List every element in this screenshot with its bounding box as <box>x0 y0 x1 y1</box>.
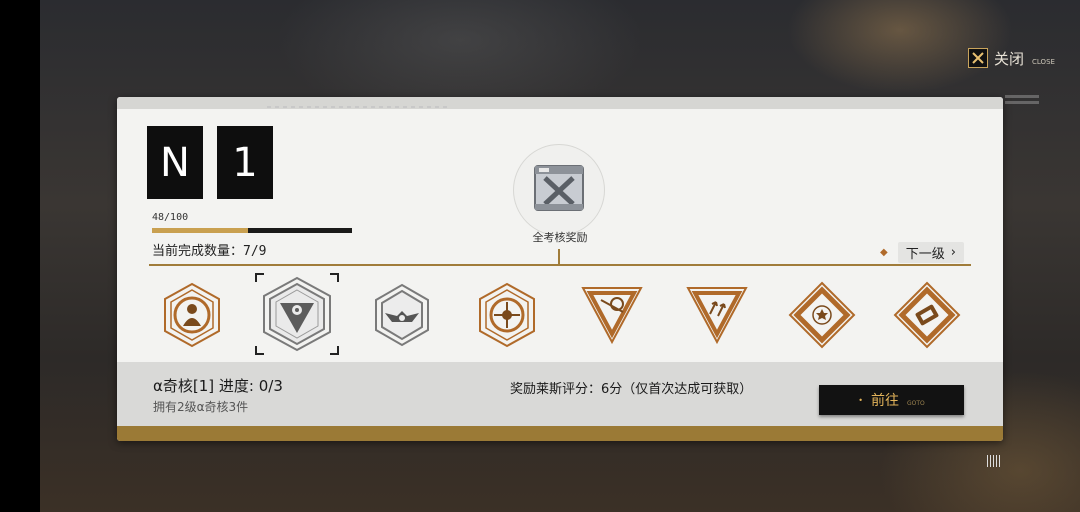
completion-value: 7/9 <box>243 244 267 259</box>
rank-letter: N <box>147 126 203 199</box>
exp-progress-text: 48/100 <box>152 212 189 223</box>
goto-sublabel: GOTO <box>906 399 925 407</box>
next-level-button[interactable]: ◆ 下一级 › <box>880 241 964 263</box>
task-subtitle: 拥有2级α奇核3件 <box>153 400 249 414</box>
track-tick <box>558 249 560 265</box>
compass-emblem-icon <box>472 282 542 354</box>
level-track <box>149 264 971 266</box>
ticket-diamond-emblem-icon <box>892 281 962 354</box>
next-level-pill: 下一级 › <box>897 241 964 263</box>
letterbox-left <box>0 0 40 512</box>
task-info-bar: α奇核[1] 进度: 0/3 拥有2级α奇核3件 奖励莱斯评分：6分（仅首次达成… <box>117 362 1003 426</box>
inverted-triangle-emblem-icon <box>577 287 647 354</box>
wings-emblem-icon <box>367 283 437 354</box>
reward-score-text: 奖励莱斯评分：6分（仅首次达成可获取） <box>510 382 753 397</box>
supply-crate-icon <box>529 158 589 222</box>
close-icon <box>968 48 988 68</box>
goto-button[interactable]: • 前往 GOTO <box>819 385 964 415</box>
medal-4[interactable] <box>472 280 542 350</box>
medal-1[interactable] <box>157 280 227 350</box>
exp-progress-bar <box>152 228 352 233</box>
medal-3[interactable] <box>367 280 437 350</box>
person-badge-icon <box>157 282 227 354</box>
grid-icon <box>987 455 1001 467</box>
medal-8[interactable] <box>892 280 962 350</box>
chevron-right-icon: › <box>950 244 956 260</box>
completion-count: 当前完成数量：7/9 <box>152 240 267 259</box>
task-title: α奇核[1] 进度: 0/3 <box>153 377 283 395</box>
assessment-panel: N 1 48/100 当前完成数量：7/9 全考核奖励 ◆ 下一级 › α奇核[… <box>117 97 1003 441</box>
reward-label: 全考核奖励 <box>532 231 588 244</box>
medal-5[interactable] <box>577 280 647 350</box>
decorative-lines <box>1005 95 1039 109</box>
panel-bottom-bar <box>117 426 1003 441</box>
medal-6[interactable] <box>682 280 752 350</box>
arrows-triangle-emblem-icon <box>682 287 752 354</box>
close-button[interactable]: 关闭 CLOSE <box>968 47 1055 69</box>
exp-progress-fill <box>152 228 248 233</box>
diamond-icon: ◆ <box>880 246 888 258</box>
next-level-label: 下一级 <box>905 246 945 262</box>
reward-crate-button[interactable] <box>513 144 605 236</box>
panel-topbar <box>117 97 1003 109</box>
triangle-emblem-icon <box>258 275 336 357</box>
medal-7[interactable] <box>787 280 857 350</box>
close-sublabel: CLOSE <box>1032 58 1055 66</box>
star-diamond-emblem-icon <box>787 281 857 354</box>
medal-2-selected[interactable] <box>254 272 340 356</box>
rank-number: 1 <box>217 126 273 199</box>
close-label: 关闭 <box>994 49 1025 68</box>
dot-icon: • <box>858 395 863 405</box>
goto-label: 前往 <box>870 393 899 409</box>
completion-label: 当前完成数量： <box>152 244 244 259</box>
